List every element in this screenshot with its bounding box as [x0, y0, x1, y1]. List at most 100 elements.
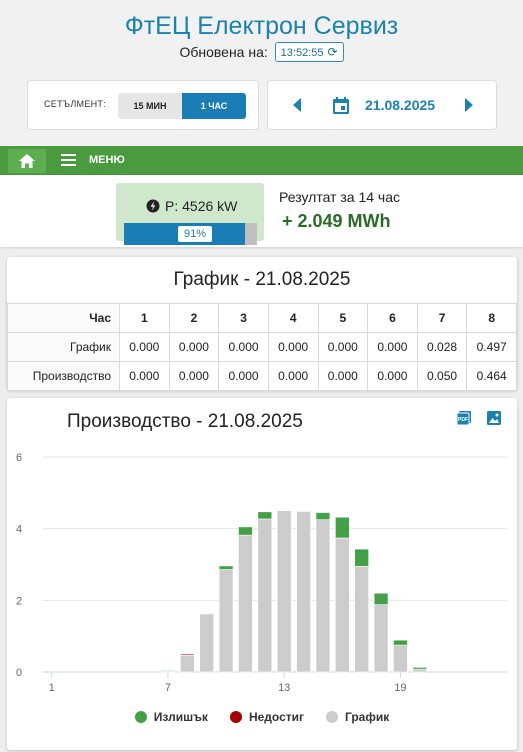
x-tick-label: 13 [278, 682, 290, 694]
refresh-time-button[interactable]: 13:52:55 ⟳ [274, 42, 344, 62]
bar-surplus [412, 667, 428, 670]
capacity-percent: 91% [178, 226, 212, 242]
value-cell: 0.050 [416, 361, 468, 391]
power-card: P: 4526 kW 91% [116, 183, 264, 245]
result-value: + 2.049 MWh [282, 211, 391, 231]
hour-cell: 5 [317, 303, 369, 333]
menu-button[interactable]: МЕНЮ [89, 154, 125, 166]
bar-surplus [218, 565, 234, 570]
table-header-row: Час 1 2 3 4 5 6 7 8 [7, 303, 517, 333]
row-label: Производство [7, 361, 120, 391]
value-cell: 0.000 [317, 361, 369, 391]
bar-surplus [393, 639, 408, 646]
capacity-progress-bar: 91% [124, 223, 257, 245]
bar-schedule [335, 537, 350, 673]
bar-schedule [296, 511, 311, 673]
production-chart: 0 2 4 6 1 7 13 19 [16, 452, 507, 694]
app-header: ФтЕЦ Електрон Сервиз Обновена на: 13:52:… [0, 0, 523, 146]
legend-schedule[interactable]: График [326, 710, 389, 724]
settlement-1h-button[interactable]: 1 ЧАС [182, 93, 246, 119]
chart-card: Производство - 21.08.2025 PDF 0 2 4 6 1 7 13 19… [7, 398, 517, 750]
date-picker-card: 21.08.2025 [267, 80, 497, 130]
hour-cell: 3 [218, 303, 269, 333]
value-cell: 0.000 [119, 332, 170, 362]
legend-surplus[interactable]: Излишък [134, 710, 208, 724]
table-row: График 0.000 0.000 0.000 0.000 0.000 0.000 0.02… [7, 332, 517, 362]
schedule-card: График - 21.08.2025 Час 1 2 3 4 5 6 7 8 График 0.0… [7, 257, 517, 391]
bar-surplus [160, 669, 176, 672]
updated-time: 13:52:55 [280, 47, 324, 59]
bar-schedule [238, 534, 253, 673]
hour-cell: 6 [367, 303, 418, 333]
y-tick-label: 2 [16, 595, 22, 607]
value-cell: 0.000 [267, 332, 319, 362]
bar-schedule [373, 604, 389, 673]
bar-schedule [276, 510, 292, 673]
bar-deficit [180, 653, 195, 656]
prev-day-arrow-icon[interactable] [293, 98, 301, 112]
updated-label: Обновена на: [179, 44, 268, 60]
result-label: Резултат за 14 час [279, 189, 400, 205]
refresh-icon: ⟳ [327, 45, 338, 59]
hour-cell: 2 [168, 303, 220, 333]
x-tick-label: 1 [49, 682, 55, 694]
schedule-title: График - 21.08.2025 [173, 269, 351, 290]
nav-bar: МЕНЮ [0, 146, 523, 175]
next-day-arrow-icon[interactable] [465, 98, 473, 112]
hour-cell: 7 [416, 303, 468, 333]
bar-surplus [315, 512, 331, 521]
legend-deficit-label: Недостиг [248, 710, 304, 724]
legend-schedule-dot [326, 711, 338, 723]
legend-deficit-dot [229, 711, 242, 723]
value-cell: 0.000 [367, 332, 418, 362]
settlement-toggle: 15 МИН 1 ЧАС [118, 93, 246, 119]
y-tick-label: 0 [16, 667, 22, 679]
legend-deficit[interactable]: Недостиг [229, 710, 304, 724]
value-cell: 0.000 [168, 332, 220, 362]
y-tick-label: 6 [16, 452, 22, 464]
update-info: Обновена на: 13:52:55 ⟳ [0, 42, 523, 62]
bar-schedule [315, 519, 331, 673]
value-cell: 0.028 [416, 332, 468, 362]
bar-schedule [354, 565, 369, 673]
bar-surplus [257, 511, 273, 520]
value-cell: 0.000 [218, 361, 269, 391]
schedule-table: Час 1 2 3 4 5 6 7 8 График 0.000 0.000 0.000 0.000 0.0… [7, 303, 517, 391]
value-cell: 0.000 [168, 361, 220, 391]
value-cell: 0.000 [317, 332, 369, 362]
bar-schedule [257, 518, 273, 673]
value-cell: 0.000 [267, 361, 319, 391]
chart-legend: Излишък Недостиг График [7, 710, 517, 724]
power-meter-icon [146, 199, 160, 213]
power-value: P: 4526 kW [165, 198, 238, 214]
bar-surplus [238, 526, 253, 536]
value-cell: 0.000 [218, 332, 269, 362]
table-row: Производство 0.000 0.000 0.000 0.000 0.000 0.0… [7, 361, 517, 391]
hour-header: Час [7, 303, 120, 333]
calendar-icon[interactable] [331, 95, 351, 115]
home-button[interactable] [8, 149, 46, 173]
value-cell: 0.000 [367, 361, 418, 391]
legend-surplus-label: Излишък [153, 710, 208, 724]
bar-surplus [335, 516, 350, 539]
bar-schedule [218, 569, 234, 673]
hour-cell: 1 [119, 303, 170, 333]
settlement-label: СЕТЪЛМЕНТ: [44, 99, 107, 109]
selected-date[interactable]: 21.08.2025 [365, 97, 435, 113]
app-title: ФтЕЦ Електрон Сервиз [124, 12, 399, 40]
home-icon [19, 154, 35, 168]
row-label: График [7, 332, 120, 362]
hamburger-icon[interactable] [61, 154, 76, 166]
bar-schedule [199, 613, 214, 673]
legend-schedule-label: График [345, 710, 390, 724]
hour-cell: 8 [466, 303, 517, 333]
value-cell: 0.464 [466, 361, 517, 391]
settlement-15min-button[interactable]: 15 МИН [118, 93, 182, 119]
bar-surplus [373, 592, 389, 605]
value-cell: 0.000 [119, 361, 170, 391]
legend-surplus-dot [134, 711, 147, 723]
settlement-card: СЕТЪЛМЕНТ: 15 МИН 1 ЧАС [27, 80, 259, 130]
hour-cell: 4 [267, 303, 319, 333]
bar-surplus [354, 548, 369, 567]
value-cell: 0.497 [466, 332, 517, 362]
